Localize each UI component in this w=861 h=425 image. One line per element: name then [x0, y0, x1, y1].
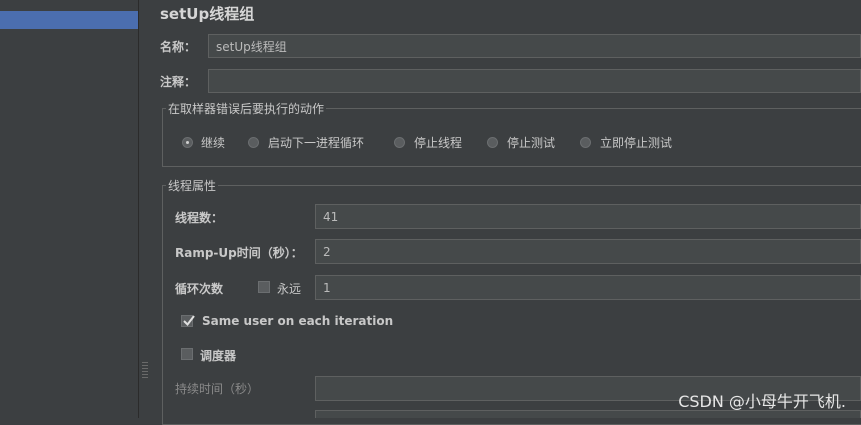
- name-input[interactable]: [208, 34, 861, 58]
- test-plan-tree[interactable]: [0, 0, 138, 418]
- same-user-label: Same user on each iteration: [202, 314, 394, 328]
- csdn-watermark: CSDN @小母牛开飞机.: [678, 392, 846, 411]
- checkbox-checked-icon[interactable]: [181, 315, 195, 327]
- tree-selected-item[interactable]: [0, 11, 138, 29]
- comment-input[interactable]: [208, 69, 861, 93]
- pane-splitter[interactable]: [138, 0, 151, 418]
- radio-unchecked-icon[interactable]: [580, 137, 591, 148]
- checkmark-icon: [183, 315, 195, 327]
- scheduler-label: 调度器: [200, 349, 237, 363]
- radio-label: 继续: [201, 136, 226, 150]
- splitter-grip-icon[interactable]: [142, 362, 148, 380]
- radio-unchecked-icon[interactable]: [248, 137, 259, 148]
- loop-label: 循环次数: [175, 282, 224, 296]
- radio-unchecked-icon[interactable]: [394, 137, 405, 148]
- radio-label: 停止线程: [414, 136, 463, 150]
- duration-label: 持续时间（秒）: [175, 382, 260, 396]
- panel-title: setUp线程组: [160, 5, 255, 23]
- name-label: 名称：: [160, 40, 197, 54]
- comment-label: 注释：: [160, 75, 197, 89]
- forever-label: 永远: [277, 282, 302, 296]
- radio-label: 启动下一进程循环: [268, 136, 365, 150]
- threads-label: 线程数：: [175, 211, 224, 225]
- checkbox-unchecked-icon[interactable]: [181, 348, 193, 360]
- threads-input[interactable]: [315, 204, 861, 229]
- radio-label: 立即停止测试: [600, 136, 673, 150]
- thread-props-title: 线程属性: [166, 177, 219, 194]
- radio-unchecked-icon[interactable]: [487, 137, 498, 148]
- radio-label: 停止测试: [507, 136, 556, 150]
- error-action-title: 在取样器错误后要执行的动作: [166, 100, 327, 117]
- loop-count-input[interactable]: [315, 275, 861, 300]
- radio-checked-icon[interactable]: [182, 137, 193, 148]
- checkbox-unchecked-icon[interactable]: [258, 281, 270, 293]
- rampup-input[interactable]: [315, 239, 861, 264]
- rampup-label: Ramp-Up时间（秒）：: [175, 246, 303, 260]
